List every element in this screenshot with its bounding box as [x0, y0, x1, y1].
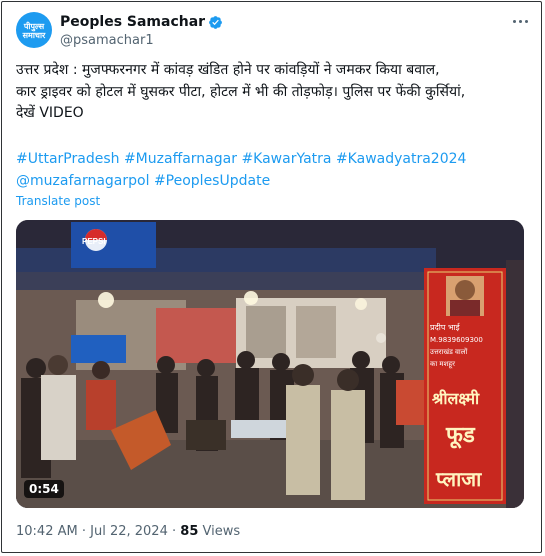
- tweet-meta: 10:42 AM · Jul 22, 2024 · 85 Views: [16, 524, 240, 539]
- views-label: Views: [202, 524, 241, 539]
- meta-separator: ·: [81, 524, 86, 539]
- pepsi-text: PEPSI: [82, 237, 106, 246]
- sign-small-text: प्रदीप भाई: [430, 322, 461, 332]
- translate-post-link[interactable]: Translate post: [16, 194, 100, 208]
- views-count: 85: [180, 524, 199, 539]
- hashtag-link[interactable]: #Muzaffarnagar: [124, 151, 237, 167]
- tweet-card: पीपुल्स समाचार Peoples Samachar @psamach…: [1, 1, 542, 553]
- video-frame: PEPSI प्रदीप भाई M.9839609300 उत्तराखंड …: [16, 220, 524, 508]
- hashtag-link[interactable]: #UttarPradesh: [16, 151, 120, 167]
- avatar[interactable]: पीपुल्स समाचार: [16, 12, 52, 48]
- hashtags: #UttarPradesh #Muzaffarnagar #KawarYatra…: [16, 149, 531, 192]
- sign-title-line1: श्रीलक्ष्मी: [432, 389, 480, 408]
- sign-small-text: का मशहूर: [430, 360, 455, 369]
- tweet-text-line: उत्तर प्रदेश : मुजफ्फरनगर में कांवड़ खंड…: [16, 62, 440, 78]
- hashtag-link[interactable]: #Kawadyatra2024: [336, 151, 466, 167]
- deity-poster: [156, 308, 236, 363]
- verified-badge-icon: [209, 15, 222, 29]
- post-date[interactable]: Jul 22, 2024: [90, 524, 168, 539]
- tweet-text-line: देखें VIDEO: [16, 105, 84, 121]
- sign-title-line2: फूड: [445, 423, 476, 449]
- sign-phone: M.9839609300: [430, 336, 483, 344]
- author-name-row: Peoples Samachar: [60, 13, 223, 31]
- mention-link[interactable]: @muzafarnagarpol: [16, 173, 149, 189]
- tweet-header: पीपुल्स समाचार Peoples Samachar @psamach…: [16, 11, 531, 51]
- sign-title-line3: प्लाजा: [435, 467, 482, 491]
- author-name[interactable]: Peoples Samachar: [60, 14, 205, 30]
- hashtag-link[interactable]: #PeoplesUpdate: [154, 173, 270, 189]
- hashtag-row: #UttarPradesh #Muzaffarnagar #KawarYatra…: [16, 149, 531, 171]
- tweet-text-line: कार ड्राइवर को होटल में घुसकर पीटा, होटल…: [16, 83, 466, 100]
- avatar-text-top: पीपुल्स: [23, 22, 45, 31]
- video-player[interactable]: PEPSI प्रदीप भाई M.9839609300 उत्तराखंड …: [16, 220, 524, 508]
- post-time[interactable]: 10:42 AM: [16, 524, 78, 539]
- meta-separator: ·: [172, 524, 177, 539]
- author-handle[interactable]: @psamachar1: [60, 33, 154, 48]
- video-duration-badge: 0:54: [24, 480, 64, 498]
- more-options-icon[interactable]: [511, 14, 531, 30]
- tweet-text: उत्तर प्रदेश : मुजफ्फरनगर में कांवड़ खंड…: [16, 60, 531, 125]
- sign-small-text: उत्तराखंड वालों: [430, 347, 467, 356]
- hashtag-link[interactable]: #KawarYatra: [241, 151, 331, 167]
- hashtag-row: @muzafarnagarpol #PeoplesUpdate: [16, 171, 531, 193]
- avatar-text-bottom: समाचार: [22, 31, 46, 40]
